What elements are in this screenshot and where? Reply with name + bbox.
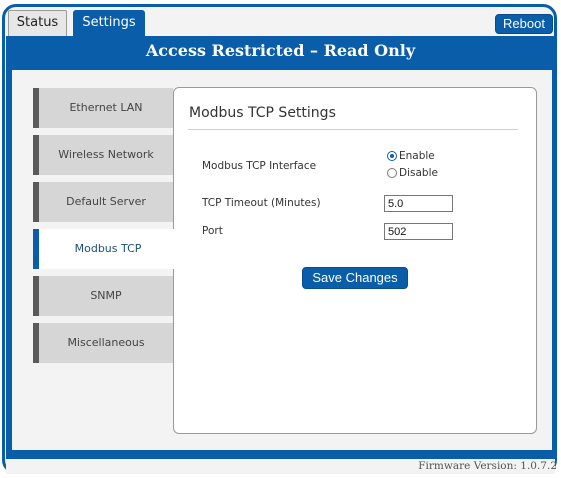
radio-enable[interactable]: Enable xyxy=(387,150,435,162)
title-divider xyxy=(188,129,518,130)
radio-unchecked-icon xyxy=(387,168,397,178)
firmware-version: Firmware Version: 1.0.7.2 xyxy=(418,460,557,472)
tab-status[interactable]: Status xyxy=(8,10,67,36)
radio-disable-label: Disable xyxy=(399,167,438,179)
tcp-timeout-label: TCP Timeout (Minutes) xyxy=(202,197,321,209)
settings-panel: Modbus TCP Settings Modbus TCP Interface… xyxy=(173,87,537,434)
save-changes-button[interactable]: Save Changes xyxy=(302,267,408,289)
sidebar-item-default-server[interactable]: Default Server xyxy=(33,182,173,222)
sidebar-item-modbus-tcp[interactable]: Modbus TCP xyxy=(33,229,177,269)
panel-title: Modbus TCP Settings xyxy=(189,105,336,121)
radio-disable[interactable]: Disable xyxy=(387,167,438,179)
access-banner: Access Restricted – Read Only xyxy=(145,41,416,60)
reboot-button[interactable]: Reboot xyxy=(495,14,553,34)
tab-settings[interactable]: Settings xyxy=(73,10,145,36)
tcp-timeout-input[interactable] xyxy=(384,195,453,212)
sidebar-item-ethernet-lan[interactable]: Ethernet LAN xyxy=(33,88,173,128)
port-label: Port xyxy=(202,225,223,237)
sidebar-item-wireless-network[interactable]: Wireless Network xyxy=(33,135,173,175)
radio-enable-label: Enable xyxy=(399,150,435,162)
modbus-interface-label: Modbus TCP Interface xyxy=(202,160,317,172)
sidebar-item-snmp[interactable]: SNMP xyxy=(33,276,173,316)
port-input[interactable] xyxy=(384,223,453,240)
sidebar-item-miscellaneous[interactable]: Miscellaneous xyxy=(33,323,173,363)
radio-checked-icon xyxy=(387,151,397,161)
